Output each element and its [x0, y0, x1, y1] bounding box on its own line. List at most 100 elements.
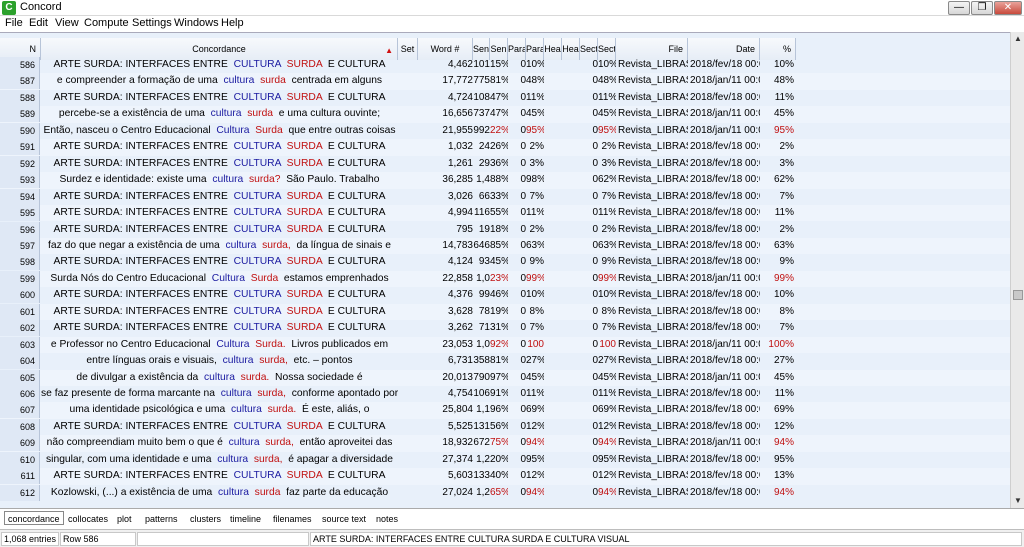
table-row[interactable]: 610 singular, com uma identidade e uma cu…: [0, 451, 1010, 468]
table-row[interactable]: 611 ARTE SURDA: INTERFACES ENTRE CULTURA …: [0, 468, 1010, 485]
cell-date: 2018/fev/18 00:0: [690, 59, 760, 70]
close-icon[interactable]: ✕: [994, 1, 1022, 15]
table-row[interactable]: 612 Kozlowski, (...) a existência de uma …: [0, 484, 1010, 501]
cell-percent: 95%: [773, 124, 794, 136]
cell-percent: 99%: [773, 272, 794, 284]
cell-n: 612: [0, 484, 40, 501]
vertical-scrollbar[interactable]: ▲ ▼: [1010, 32, 1024, 508]
cell-n: 597: [0, 237, 40, 254]
cell-para-1: 0: [520, 470, 526, 482]
cell-para-1: 0: [520, 404, 526, 416]
restore-icon[interactable]: ❐: [971, 1, 993, 15]
minimize-icon[interactable]: —: [948, 1, 970, 15]
menu-edit[interactable]: Edit: [29, 17, 48, 29]
title-bar: C Concord — ❐ ✕: [0, 0, 1024, 16]
cell-percent: 11%: [774, 91, 794, 103]
context-right: E CULTURA: [327, 305, 386, 317]
cell-sen-2: 81%: [490, 75, 508, 87]
tab-concordance[interactable]: concordance: [4, 511, 64, 525]
cell-sect-1: 0: [592, 338, 598, 350]
table-row[interactable]: 586 ARTE SURDA: INTERFACES ENTRE CULTURA …: [0, 57, 1010, 73]
menu-view[interactable]: View: [55, 17, 79, 29]
cell-sen-2: 88%: [490, 174, 508, 186]
cell-sect-1: 0: [592, 91, 598, 103]
table-row[interactable]: 594 ARTE SURDA: INTERFACES ENTRE CULTURA …: [0, 188, 1010, 205]
cell-word-num: 1,261: [447, 157, 473, 169]
cell-sen-2: 47%: [490, 108, 508, 120]
table-row[interactable]: 595 ARTE SURDA: INTERFACES ENTRE CULTURA …: [0, 205, 1010, 222]
cell-date: 2018/fev/18 00:0: [690, 141, 760, 153]
tab-clusters[interactable]: clusters: [190, 512, 221, 526]
menu-help[interactable]: Help: [221, 17, 244, 29]
table-row[interactable]: 599 Surda Nós do Centro Educacional Cultu…: [0, 270, 1010, 288]
keyword-cultura: cultura: [210, 108, 242, 120]
cell-sect-2: 94%: [598, 486, 616, 498]
menu-file[interactable]: File: [5, 17, 23, 29]
scroll-up-arrow-icon[interactable]: ▲: [1011, 32, 1024, 46]
context-right: então aproveitei das: [299, 437, 393, 449]
tab-patterns[interactable]: patterns: [145, 512, 178, 526]
table-row[interactable]: 602 ARTE SURDA: INTERFACES ENTRE CULTURA …: [0, 320, 1010, 337]
menu-compute[interactable]: Compute: [84, 17, 129, 29]
cell-para-2: 48%: [526, 75, 544, 87]
keyword-surda: SURDA: [286, 289, 323, 301]
table-row[interactable]: 587 e compreender a formação de uma cultu…: [0, 73, 1010, 90]
context-right: faz parte da educação: [286, 486, 389, 498]
tab-timeline[interactable]: timeline: [230, 512, 261, 526]
table-row[interactable]: 601 ARTE SURDA: INTERFACES ENTRE CULTURA …: [0, 303, 1010, 321]
table-row[interactable]: 604 entre línguas orais e visuais, cultur…: [0, 353, 1010, 370]
cell-percent: 12%: [773, 420, 794, 432]
cell-para-1: 0: [520, 141, 526, 153]
keyword-cultura: cultura: [230, 404, 262, 416]
cell-n: 605: [0, 369, 40, 386]
table-row[interactable]: 600 ARTE SURDA: INTERFACES ENTRE CULTURA …: [0, 287, 1010, 304]
tab-source-text[interactable]: source text: [322, 512, 366, 526]
context-left: ARTE SURDA: INTERFACES ENTRE: [53, 256, 228, 268]
keyword-surda: SURDA: [286, 190, 323, 202]
table-row[interactable]: 606 se faz presente de forma marcante na …: [0, 386, 1010, 402]
table-row[interactable]: 588 ARTE SURDA: INTERFACES ENTRE CULTURA …: [0, 89, 1010, 106]
table-row[interactable]: 593 Surdez e identidade: existe uma cultu…: [0, 172, 1010, 189]
table-row[interactable]: 589 percebe-se a existência de uma cultur…: [0, 106, 1010, 123]
menu-settings[interactable]: Settings: [132, 17, 172, 29]
cell-sen-1: 1,2: [476, 486, 490, 498]
menu-windows[interactable]: Windows: [174, 17, 219, 29]
cell-para-2: 99%: [526, 272, 544, 284]
cell-sen-2: 65%: [490, 486, 508, 498]
table-row[interactable]: 590 Então, nasceu o Centro Educacional Cu…: [0, 122, 1010, 139]
tab-filenames[interactable]: filenames: [273, 512, 312, 526]
table-row[interactable]: 591 ARTE SURDA: INTERFACES ENTRE CULTURA …: [0, 139, 1010, 156]
table-row[interactable]: 609 não compreendiam muito bem o que é cu…: [0, 435, 1010, 452]
table-row[interactable]: 598 ARTE SURDA: INTERFACES ENTRE CULTURA …: [0, 254, 1010, 271]
keyword-cultura: cultura: [212, 174, 244, 186]
cell-para-1: 0: [520, 437, 526, 449]
cell-concordance: Surda Nós do Centro Educacional Cultura …: [41, 271, 398, 287]
table-row[interactable]: 592 ARTE SURDA: INTERFACES ENTRE CULTURA …: [0, 155, 1010, 172]
cell-concordance: de divulgar a existência da cultura surd…: [41, 370, 398, 386]
cell-sen-1: 29: [478, 157, 490, 169]
cell-word-num: 18,932: [442, 437, 473, 449]
table-row[interactable]: 608 ARTE SURDA: INTERFACES ENTRE CULTURA …: [0, 418, 1010, 435]
keyword-cultura: Cultura: [216, 338, 250, 350]
table-row[interactable]: 596 ARTE SURDA: INTERFACES ENTRE CULTURA …: [0, 221, 1010, 238]
table-row[interactable]: 603 e Professor no Centro Educacional Cul…: [0, 336, 1010, 354]
cell-file: Revista_LIBRAS: [618, 239, 688, 251]
scroll-down-arrow-icon[interactable]: ▼: [1011, 494, 1024, 508]
table-row[interactable]: 605 de divulgar a existência da cultura s…: [0, 369, 1010, 386]
cell-percent: 10%: [773, 59, 794, 70]
tab-collocates[interactable]: collocates: [68, 512, 108, 526]
cell-sen-2: 31%: [490, 322, 508, 334]
keyword-surda: SURDA: [286, 141, 323, 153]
keyword-cultura: CULTURA: [233, 190, 281, 202]
cell-n: 598: [0, 254, 40, 271]
scrollbar-thumb[interactable]: [1013, 290, 1023, 300]
cell-sen-2: 23%: [490, 272, 508, 284]
cell-n: 607: [0, 402, 40, 419]
cell-percent: 69%: [773, 404, 794, 416]
tab-notes[interactable]: notes: [376, 512, 398, 526]
table-row[interactable]: 607 uma identidade psicológica e uma cult…: [0, 402, 1010, 419]
tab-plot[interactable]: plot: [117, 512, 132, 526]
table-row[interactable]: 597 faz do que negar a existência de uma …: [0, 237, 1010, 255]
cell-date: 2018/fev/18 00:0: [690, 256, 760, 268]
keyword-surda: surda,: [262, 239, 291, 251]
